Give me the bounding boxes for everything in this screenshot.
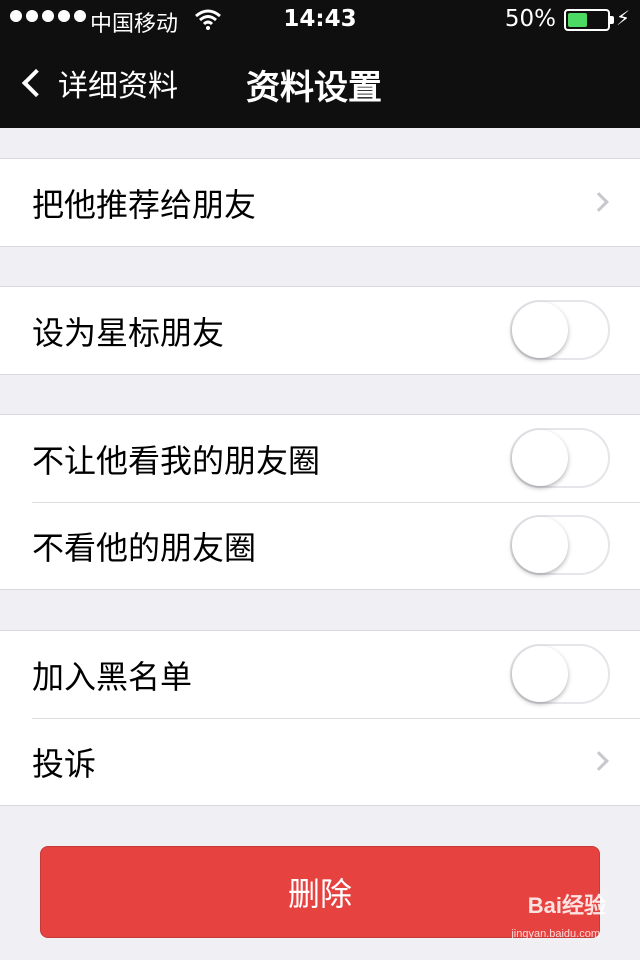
- delete-button-label: 删除: [287, 875, 352, 913]
- bolt-icon: ⚡: [615, 6, 630, 30]
- toggle-knob: [512, 517, 568, 573]
- row-label: 加入黑名单: [32, 657, 193, 696]
- battery-percentage: 50%: [504, 6, 556, 32]
- settings-group-recommend: 把他推荐给朋友: [0, 158, 640, 247]
- status-bar: 中国移动 14:43 50% ⚡: [0, 0, 640, 40]
- back-button-label: 详细资料: [58, 69, 178, 104]
- hide-their-moments-toggle[interactable]: [510, 515, 610, 575]
- star-friend-toggle[interactable]: [510, 300, 610, 360]
- row-label: 投诉: [32, 744, 97, 783]
- hide-my-moments-toggle[interactable]: [510, 428, 610, 488]
- row-label: 把他推荐给朋友: [32, 185, 257, 224]
- page-title: 资料设置: [246, 68, 382, 108]
- settings-group-block: 加入黑名单 投诉: [0, 630, 640, 806]
- row-star-friend: 设为星标朋友: [0, 287, 640, 374]
- watermark-url: jingyan.baidu.com: [511, 928, 600, 940]
- row-label: 设为星标朋友: [32, 313, 225, 352]
- row-label: 不看他的朋友圈: [32, 528, 257, 567]
- settings-group-star: 设为星标朋友: [0, 286, 640, 375]
- battery-level-fill: [568, 13, 587, 27]
- chevron-left-icon: [21, 68, 51, 98]
- row-hide-my-moments: 不让他看我的朋友圈: [0, 415, 640, 502]
- top-bar: 中国移动 14:43 50% ⚡ 详细资料 资料设置: [0, 0, 640, 128]
- toggle-knob: [512, 430, 568, 486]
- toggle-knob: [512, 302, 568, 358]
- row-recommend-to-friend[interactable]: 把他推荐给朋友: [0, 159, 640, 246]
- battery-icon: [564, 9, 614, 31]
- toggle-knob: [512, 646, 568, 702]
- watermark-logo: Bai经验: [527, 893, 606, 918]
- row-report[interactable]: 投诉: [0, 718, 640, 805]
- back-button[interactable]: 详细资料: [18, 58, 178, 108]
- delete-button[interactable]: 删除: [40, 846, 600, 938]
- row-hide-their-moments: 不看他的朋友圈: [0, 502, 640, 589]
- blacklist-toggle[interactable]: [510, 644, 610, 704]
- chevron-right-icon: [589, 192, 609, 212]
- chevron-right-icon: [589, 751, 609, 771]
- settings-group-moments: 不让他看我的朋友圈 不看他的朋友圈: [0, 414, 640, 590]
- row-blacklist: 加入黑名单: [0, 631, 640, 718]
- row-label: 不让他看我的朋友圈: [32, 441, 321, 480]
